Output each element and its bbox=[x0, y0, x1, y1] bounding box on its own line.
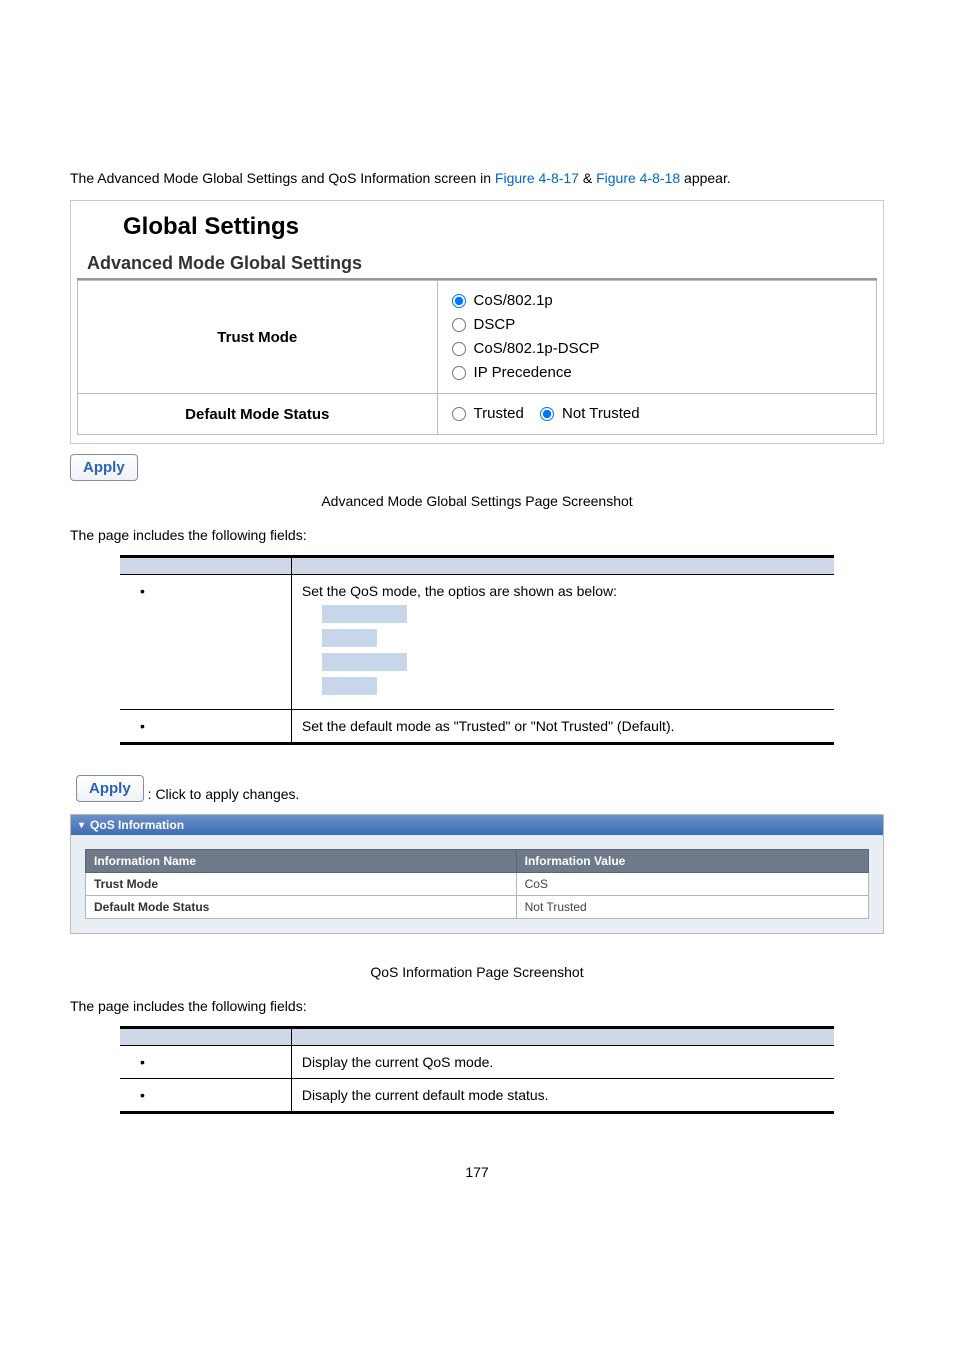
opt-chip-4 bbox=[322, 677, 377, 695]
chevron-down-icon: ▾ bbox=[79, 820, 84, 831]
object-table-1: Set the QoS mode, the optios are shown a… bbox=[120, 555, 834, 745]
obj1-row1-desc: Set the QoS mode, the optios are shown a… bbox=[302, 583, 617, 599]
intro-suffix: appear. bbox=[680, 170, 731, 186]
obj1-row2-object bbox=[120, 710, 291, 744]
qos-r1-value: CoS bbox=[516, 873, 868, 896]
apply-inline: Apply : Click to apply changes. bbox=[76, 775, 884, 802]
caption-1: Advanced Mode Global Settings Page Scree… bbox=[70, 493, 884, 509]
opt-chip-2 bbox=[322, 629, 377, 647]
panel-title: Global Settings bbox=[71, 201, 883, 247]
qos-header-text: QoS Information bbox=[90, 818, 184, 832]
qos-r2-value: Not Trusted bbox=[516, 896, 868, 919]
caption-2: QoS Information Page Screenshot bbox=[70, 964, 884, 980]
trust-mode-radio-cos-dscp[interactable] bbox=[452, 342, 466, 356]
default-mode-opt-2: Not Trusted bbox=[562, 402, 640, 426]
settings-table: Trust Mode CoS/802.1p DSCP CoS/802.1p-DS… bbox=[77, 280, 877, 435]
obj2-header-description bbox=[291, 1028, 834, 1046]
intro-amp: & bbox=[579, 170, 596, 186]
figure-link-1[interactable]: Figure 4-8-17 bbox=[495, 170, 579, 186]
obj1-header-description bbox=[291, 557, 834, 575]
qos-information-panel: ▾ QoS Information Information Name Infor… bbox=[70, 814, 884, 934]
default-mode-options-cell: Trusted Not Trusted bbox=[437, 394, 876, 435]
qos-header[interactable]: ▾ QoS Information bbox=[71, 815, 883, 835]
default-mode-opt-1: Trusted bbox=[474, 402, 524, 426]
trust-mode-options-cell: CoS/802.1p DSCP CoS/802.1p-DSCP IP Prece… bbox=[437, 281, 876, 394]
object-table-2: Display the current QoS mode. Disaply th… bbox=[120, 1026, 834, 1114]
default-mode-radio-trusted[interactable] bbox=[452, 407, 466, 421]
default-mode-status-label: Default Mode Status bbox=[78, 394, 438, 435]
trust-mode-radio-ip-precedence[interactable] bbox=[452, 366, 466, 380]
intro-prefix: The Advanced Mode Global Settings and Qo… bbox=[70, 170, 495, 186]
apply-button-inline[interactable]: Apply bbox=[76, 775, 144, 802]
obj2-row1-desc: Display the current QoS mode. bbox=[291, 1046, 834, 1079]
apply-button[interactable]: Apply bbox=[70, 454, 138, 481]
obj2-row2-desc: Disaply the current default mode status. bbox=[291, 1079, 834, 1113]
fields-intro-2: The page includes the following fields: bbox=[70, 998, 884, 1014]
obj1-row1-object bbox=[120, 575, 291, 710]
trust-mode-radio-cos[interactable] bbox=[452, 294, 466, 308]
trust-mode-opt-2: DSCP bbox=[474, 313, 516, 337]
trust-mode-opt-3: CoS/802.1p-DSCP bbox=[474, 337, 600, 361]
obj1-row1-desc-cell: Set the QoS mode, the optios are shown a… bbox=[291, 575, 834, 710]
trust-mode-radio-dscp[interactable] bbox=[452, 318, 466, 332]
page-number: 177 bbox=[70, 1164, 884, 1180]
intro-text: The Advanced Mode Global Settings and Qo… bbox=[70, 170, 884, 186]
obj1-header-object bbox=[120, 557, 291, 575]
qos-r1-name: Trust Mode bbox=[86, 873, 517, 896]
qos-info-table: Information Name Information Value Trust… bbox=[85, 849, 869, 919]
fields-intro-1: The page includes the following fields: bbox=[70, 527, 884, 543]
global-settings-panel: Global Settings Advanced Mode Global Set… bbox=[70, 200, 884, 444]
trust-mode-opt-1: CoS/802.1p bbox=[474, 289, 553, 313]
trust-mode-label: Trust Mode bbox=[78, 281, 438, 394]
qos-th-value: Information Value bbox=[516, 850, 868, 873]
panel-section-title: Advanced Mode Global Settings bbox=[77, 247, 877, 280]
trust-mode-opt-4: IP Precedence bbox=[474, 361, 572, 385]
qos-th-name: Information Name bbox=[86, 850, 517, 873]
obj1-row2-desc: Set the default mode as "Trusted" or "No… bbox=[291, 710, 834, 744]
qos-r2-name: Default Mode Status bbox=[86, 896, 517, 919]
default-mode-radio-not-trusted[interactable] bbox=[540, 407, 554, 421]
obj2-row1-object bbox=[120, 1046, 291, 1079]
apply-inline-text: : Click to apply changes. bbox=[148, 786, 300, 802]
obj2-row2-object bbox=[120, 1079, 291, 1113]
opt-chip-1 bbox=[322, 605, 407, 623]
figure-link-2[interactable]: Figure 4-8-18 bbox=[596, 170, 680, 186]
opt-chip-3 bbox=[322, 653, 407, 671]
obj2-header-object bbox=[120, 1028, 291, 1046]
